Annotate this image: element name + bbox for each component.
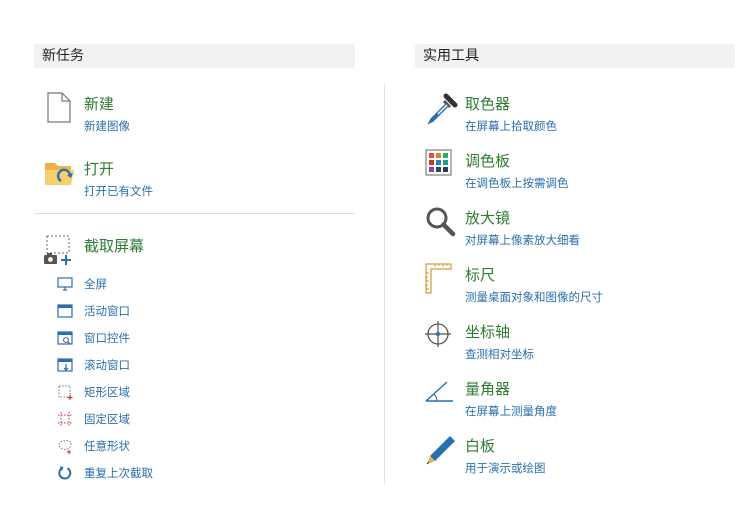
whiteboard-title: 白板 <box>465 437 496 455</box>
palette-desc: 在调色板上按需调色 <box>465 176 569 190</box>
palette-icon <box>425 149 452 176</box>
repeat-icon <box>58 466 72 480</box>
palette-title: 调色板 <box>465 152 511 170</box>
new-task-header: 新任务 <box>34 44 355 68</box>
section-divider <box>34 213 355 214</box>
protractor-title: 量角器 <box>465 380 511 398</box>
open-desc: 打开已有文件 <box>84 184 153 198</box>
new-title: 新建 <box>84 95 115 113</box>
eyedropper-icon <box>427 93 458 125</box>
screen-capture-icon <box>44 235 71 265</box>
fixed-region-label: 固定区域 <box>84 412 130 426</box>
magnifier-desc: 对屏幕上像素放大细看 <box>465 233 580 247</box>
scroll-window-icon <box>57 358 73 372</box>
pen-icon <box>426 436 455 465</box>
window-icon <box>57 304 73 318</box>
new-file-icon <box>47 92 71 123</box>
protractor-desc: 在屏幕上测量角度 <box>465 404 557 418</box>
window-control-label: 窗口控件 <box>84 331 130 345</box>
whiteboard-desc: 用于演示或绘图 <box>465 461 546 475</box>
column-divider <box>384 84 385 484</box>
window-control-icon <box>57 331 73 345</box>
active-window-label: 活动窗口 <box>84 304 130 318</box>
scroll-window-label: 滚动窗口 <box>84 358 130 372</box>
rectangle-region-label: 矩形区域 <box>84 385 130 399</box>
open-title: 打开 <box>84 160 115 178</box>
rectangle-region-icon <box>58 385 73 400</box>
monitor-icon <box>57 277 73 291</box>
ruler-icon <box>425 263 452 294</box>
crosshair-icon <box>425 321 451 347</box>
capture-title: 截取屏幕 <box>84 237 145 255</box>
tools-header: 实用工具 <box>415 44 735 68</box>
fullscreen-label: 全屏 <box>84 277 107 291</box>
fixed-region-icon <box>58 412 72 426</box>
ruler-title: 标尺 <box>465 266 496 284</box>
repeat-last-label: 重复上次截取 <box>84 466 153 480</box>
new-desc: 新建图像 <box>84 119 130 133</box>
magnifier-title: 放大镜 <box>465 209 511 227</box>
eyedropper-desc: 在屏幕上拾取颜色 <box>465 119 557 133</box>
eyedropper-title: 取色器 <box>465 95 511 113</box>
protractor-icon <box>425 381 453 402</box>
freeform-label: 任意形状 <box>84 439 130 453</box>
ruler-desc: 测量桌面对象和图像的尺寸 <box>465 290 603 304</box>
freeform-icon <box>58 440 72 454</box>
magnifier-icon <box>426 207 456 237</box>
coordinates-title: 坐标轴 <box>465 323 511 341</box>
open-folder-icon <box>45 163 74 185</box>
coordinates-desc: 查测相对坐标 <box>465 347 534 361</box>
